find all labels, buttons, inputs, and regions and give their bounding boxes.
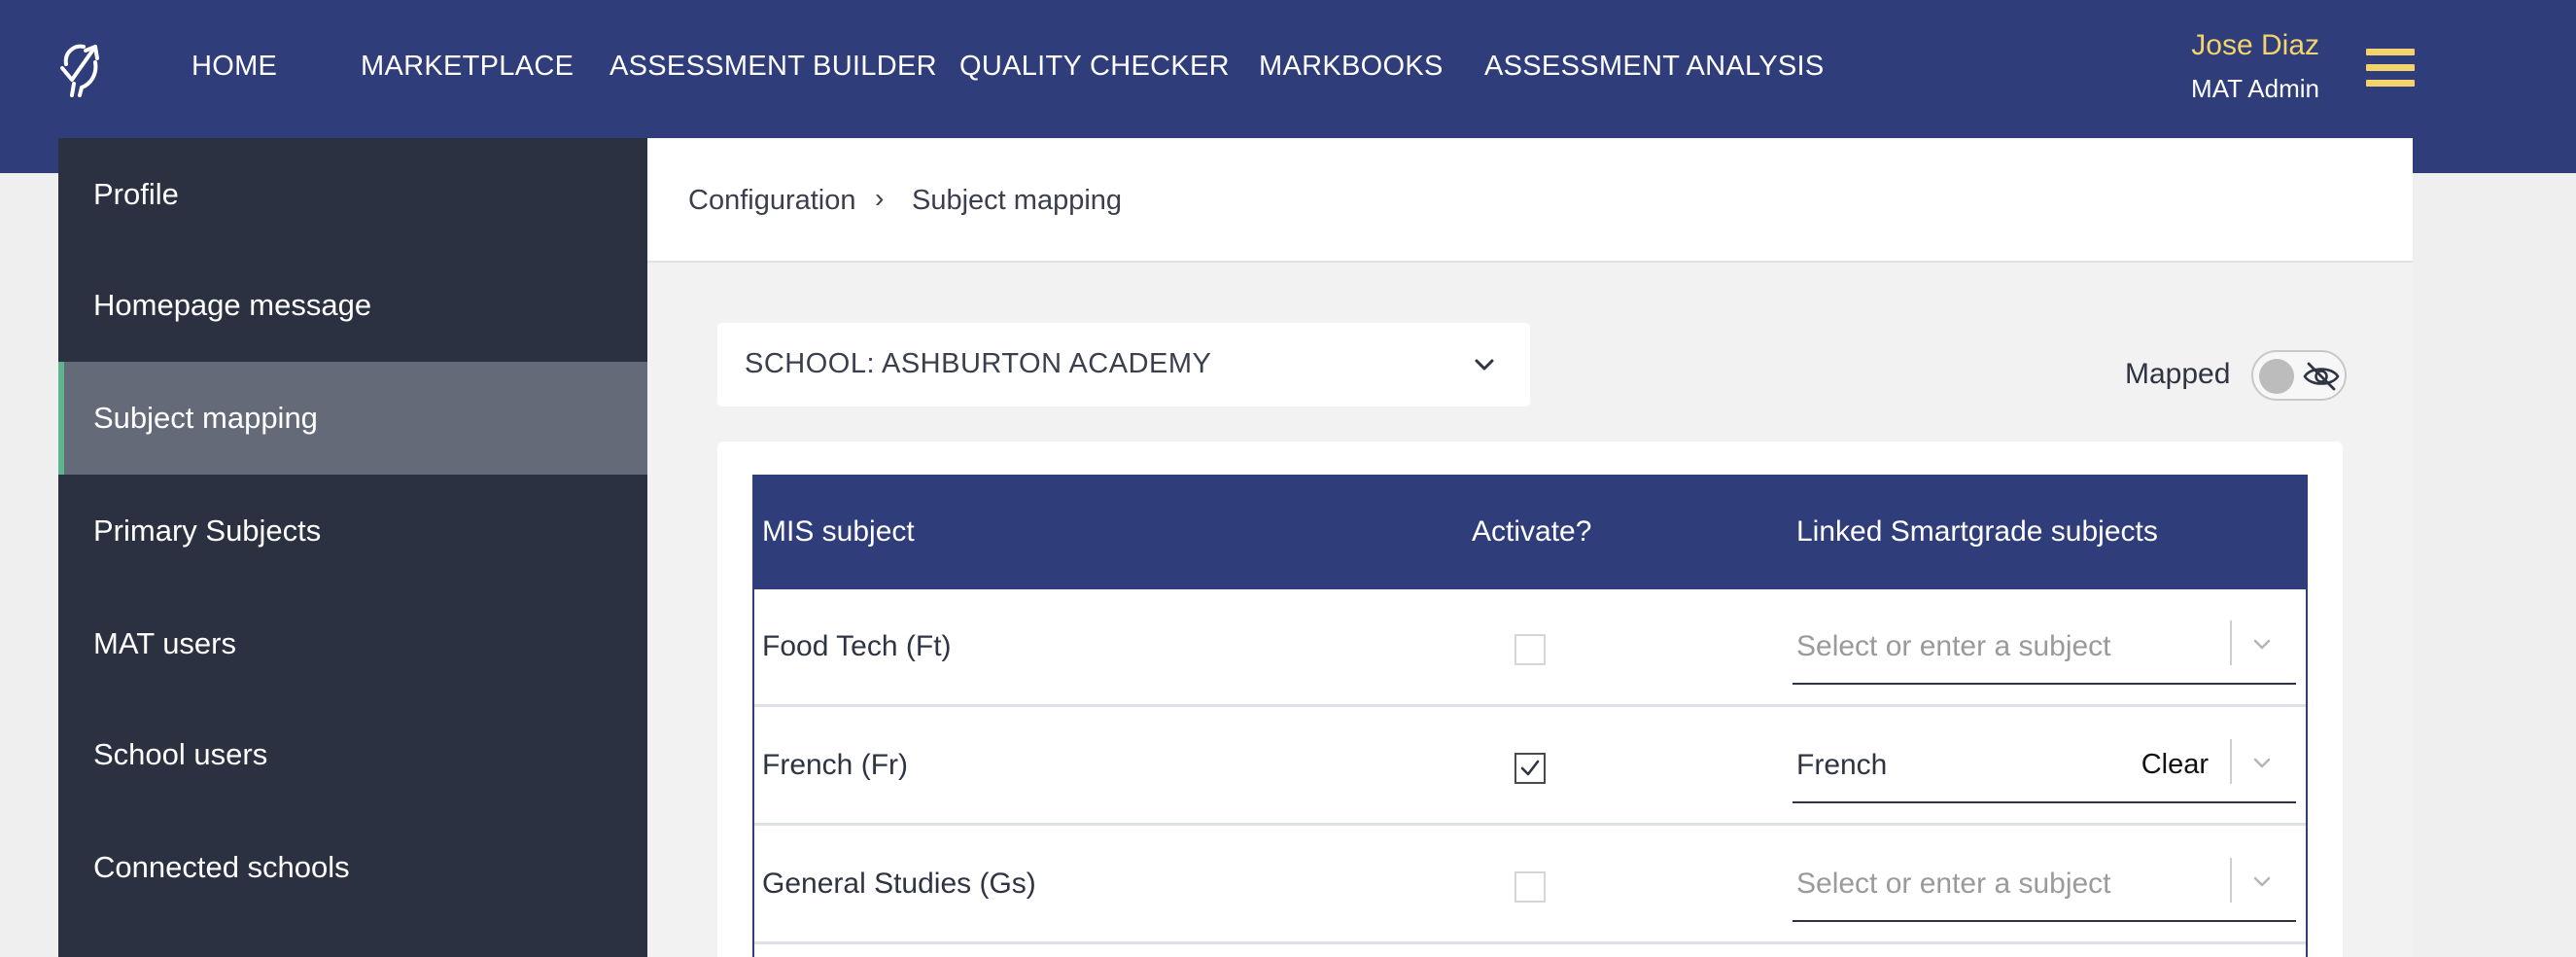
linked-subject-placeholder: Select or enter a subject — [1796, 868, 2111, 900]
settings-sidebar: Profile Homepage message Subject mapping… — [58, 138, 647, 957]
user-role: MAT Admin — [2191, 74, 2319, 103]
nav-markbooks[interactable]: MARKBOOKS — [1259, 51, 1444, 83]
user-name[interactable]: Jose Diaz — [2191, 29, 2319, 62]
school-select[interactable]: SCHOOL: ASHBURTON ACADEMY — [717, 323, 1530, 407]
nav-assessment-analysis[interactable]: ASSESSMENT ANALYSIS — [1484, 51, 1825, 83]
eye-off-icon — [2303, 362, 2340, 391]
sidebar-item-mat-users[interactable]: MAT users — [58, 587, 647, 700]
linked-subject-select[interactable]: French Clear — [1793, 726, 2296, 803]
chevron-down-icon — [1475, 359, 1494, 371]
nav-assessment-builder[interactable]: ASSESSMENT BUILDER — [609, 51, 937, 83]
activate-checkbox[interactable] — [1514, 753, 1546, 784]
nav-quality-checker[interactable]: QUALITY CHECKER — [959, 51, 1230, 83]
linked-subject-placeholder: Select or enter a subject — [1796, 630, 2111, 662]
mis-subject-name: French (Fr) — [762, 749, 908, 781]
sidebar-item-connected-schools[interactable]: Connected schools — [58, 811, 647, 924]
smartgrade-logo-icon[interactable] — [52, 39, 107, 97]
school-select-value: SCHOOL: ASHBURTON ACADEMY — [745, 348, 1212, 379]
linked-subject-select[interactable]: Select or enter a subject — [1793, 607, 2296, 685]
mis-subject-name: General Studies (Gs) — [762, 868, 1036, 900]
breadcrumb: Configuration › Subject mapping — [647, 138, 2413, 263]
subject-mapping-table: MIS subject Activate? Linked Smartgrade … — [752, 475, 2308, 957]
sidebar-item-subject-mapping[interactable]: Subject mapping — [58, 362, 647, 475]
clear-button[interactable]: Clear — [2141, 749, 2209, 781]
breadcrumb-separator-icon: › — [875, 183, 885, 213]
linked-subject-value: French — [1796, 749, 1888, 781]
column-header-linked-subjects: Linked Smartgrade subjects — [1796, 515, 2158, 548]
subject-mapping-card: MIS subject Activate? Linked Smartgrade … — [717, 442, 2343, 957]
mapped-toggle[interactable] — [2251, 350, 2347, 401]
main-content: Configuration › Subject mapping SCHOOL: … — [647, 138, 2413, 957]
nav-marketplace[interactable]: MARKETPLACE — [361, 51, 574, 83]
column-header-mis-subject: MIS subject — [762, 515, 915, 548]
column-header-activate: Activate? — [1472, 515, 1592, 548]
toggle-knob — [2259, 359, 2294, 394]
select-divider — [2230, 739, 2232, 784]
mapped-toggle-label: Mapped — [2125, 358, 2231, 390]
nav-home[interactable]: HOME — [191, 51, 277, 83]
table-row: French (Fr) French Clear — [754, 708, 2306, 826]
chevron-down-icon[interactable] — [2249, 751, 2275, 774]
hamburger-menu-icon[interactable] — [2366, 49, 2415, 88]
select-divider — [2230, 620, 2232, 665]
mis-subject-name: Food Tech (Ft) — [762, 630, 952, 662]
activate-checkbox[interactable] — [1514, 634, 1546, 665]
sidebar-item-profile[interactable]: Profile — [58, 138, 647, 251]
table-row: Food Tech (Ft) Select or enter a subject — [754, 589, 2306, 707]
checkmark-icon — [1520, 760, 1540, 776]
sidebar-item-primary-subjects[interactable]: Primary Subjects — [58, 475, 647, 587]
table-row: General Studies (Gs) Select or enter a s… — [754, 827, 2306, 944]
linked-subject-select[interactable]: Select or enter a subject — [1793, 844, 2296, 922]
sidebar-item-school-users[interactable]: School users — [58, 698, 647, 811]
table-header: MIS subject Activate? Linked Smartgrade … — [752, 475, 2308, 589]
breadcrumb-current: Subject mapping — [912, 185, 1123, 216]
sidebar-item-homepage-message[interactable]: Homepage message — [58, 249, 647, 362]
activate-checkbox[interactable] — [1514, 871, 1546, 903]
breadcrumb-configuration[interactable]: Configuration — [688, 185, 856, 217]
chevron-down-icon[interactable] — [2249, 632, 2275, 656]
select-divider — [2230, 858, 2232, 903]
chevron-down-icon[interactable] — [2249, 869, 2275, 893]
